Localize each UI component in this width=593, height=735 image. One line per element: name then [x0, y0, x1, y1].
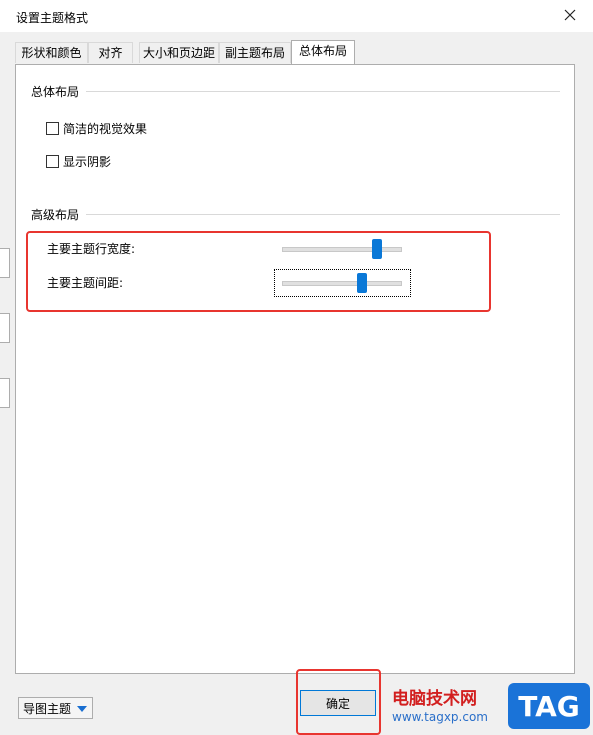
tab-subtopic-layout[interactable]: 副主题布局	[219, 42, 291, 63]
tag-logo: TAG	[508, 683, 590, 729]
chevron-down-icon	[77, 706, 87, 712]
checkbox-box	[46, 122, 59, 135]
watermark-url: www.tagxp.com	[392, 710, 488, 724]
tab-overall-layout[interactable]: 总体布局	[291, 40, 355, 64]
tab-label: 副主题布局	[224, 46, 285, 60]
ok-button-label: 确定	[325, 696, 350, 711]
annotation-highlight-sliders	[26, 231, 491, 312]
show-shadow-checkbox[interactable]: 显示阴影	[46, 153, 111, 170]
watermark-text: 电脑技术网	[392, 689, 477, 709]
tab-align[interactable]: 对齐	[88, 42, 133, 63]
tag-logo-text: TAG	[518, 689, 580, 723]
tab-label: 形状和颜色	[21, 46, 82, 60]
group-divider	[86, 91, 560, 92]
background-window-fragment	[0, 378, 10, 408]
tab-size-margin[interactable]: 大小和页边距	[139, 42, 219, 63]
tab-label: 大小和页边距	[142, 46, 215, 60]
watermark: 电脑技术网 www.tagxp.com	[392, 684, 488, 724]
theme-dropdown-label: 导图主题	[23, 701, 72, 716]
background-window-fragment	[0, 313, 10, 343]
background-window-fragment	[0, 248, 10, 278]
ok-button[interactable]: 确定	[300, 690, 376, 716]
clean-visual-checkbox[interactable]: 简洁的视觉效果	[46, 120, 147, 137]
tab-label: 总体布局	[298, 44, 347, 58]
tab-label: 对齐	[98, 46, 123, 60]
title-bar: 设置主题格式	[0, 0, 593, 32]
group-divider	[86, 214, 560, 215]
tab-shape-color[interactable]: 形状和颜色	[15, 42, 88, 63]
dialog-title: 设置主题格式	[16, 11, 89, 25]
checkbox-box	[46, 155, 59, 168]
checkbox-label: 简洁的视觉效果	[63, 122, 148, 136]
layout-group-title: 总体布局	[31, 85, 80, 99]
close-button[interactable]	[555, 2, 585, 28]
advanced-group-title: 高级布局	[31, 208, 80, 222]
tab-panel: 总体布局 简洁的视觉效果 显示阴影 高级布局 主要主题行宽度: 主要主题间距:	[15, 64, 575, 674]
theme-dropdown[interactable]: 导图主题	[18, 697, 93, 719]
checkbox-label: 显示阴影	[63, 155, 112, 169]
close-icon	[564, 9, 576, 21]
